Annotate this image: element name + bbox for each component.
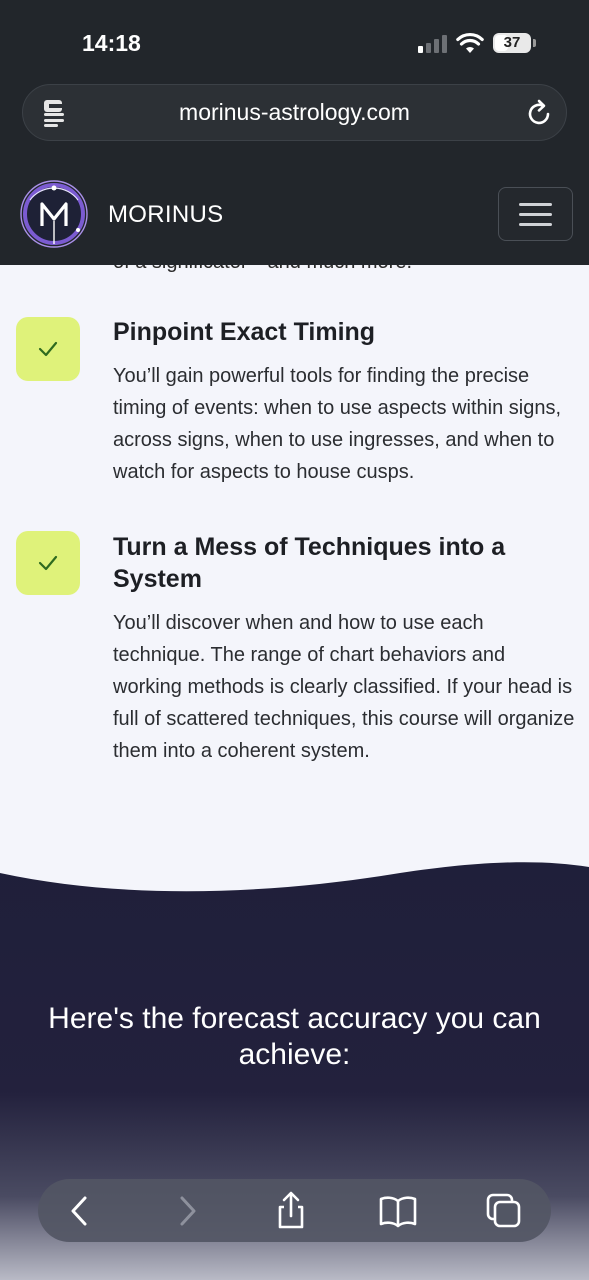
checkmark-badge — [16, 317, 80, 381]
back-icon[interactable] — [60, 1191, 100, 1231]
feature-title: Turn a Mess of Techniques into a System — [113, 533, 506, 593]
battery-icon: 37 — [493, 33, 531, 53]
battery-level: 37 — [503, 34, 521, 51]
url-text[interactable]: morinus-astrology.com — [83, 99, 506, 126]
status-time: 14:18 — [82, 30, 141, 56]
checkmark-icon — [38, 341, 58, 357]
checkmark-badge — [16, 531, 80, 595]
feature-title: Pinpoint Exact Timing — [113, 318, 376, 346]
site-header: MORINUS — [0, 172, 589, 262]
browser-toolbar — [38, 1179, 551, 1242]
wifi-icon — [456, 32, 484, 53]
address-bar[interactable]: morinus-astrology.com — [22, 84, 567, 141]
browser-chrome: 14:18 37 morinus-astrology.com MORINUS — [0, 0, 589, 265]
reload-icon[interactable] — [526, 98, 554, 128]
battery-nub — [533, 39, 536, 47]
clipped-paragraph-line: of a significator—and much more. — [113, 265, 412, 274]
forward-icon[interactable] — [167, 1191, 207, 1231]
bookmarks-icon[interactable] — [378, 1191, 418, 1231]
tabs-icon[interactable] — [484, 1191, 524, 1231]
page-menu-icon[interactable] — [41, 98, 67, 128]
brand-name[interactable]: MORINUS — [108, 201, 223, 229]
feature-description: You’ll discover when and how to use each… — [113, 612, 575, 762]
morinus-logo[interactable] — [18, 178, 90, 250]
hamburger-menu-button[interactable] — [498, 187, 573, 241]
share-icon[interactable] — [271, 1191, 311, 1231]
page-content: of a significator—and much more. Pinpoin… — [0, 265, 589, 885]
checkmark-icon — [38, 555, 58, 571]
cellular-signal-icon — [418, 35, 448, 53]
status-bar: 14:18 37 — [0, 0, 589, 80]
forecast-heading: Here's the forecast accuracy you can ach… — [48, 1002, 541, 1071]
feature-description: You’ll gain powerful tools for finding t… — [113, 365, 562, 483]
